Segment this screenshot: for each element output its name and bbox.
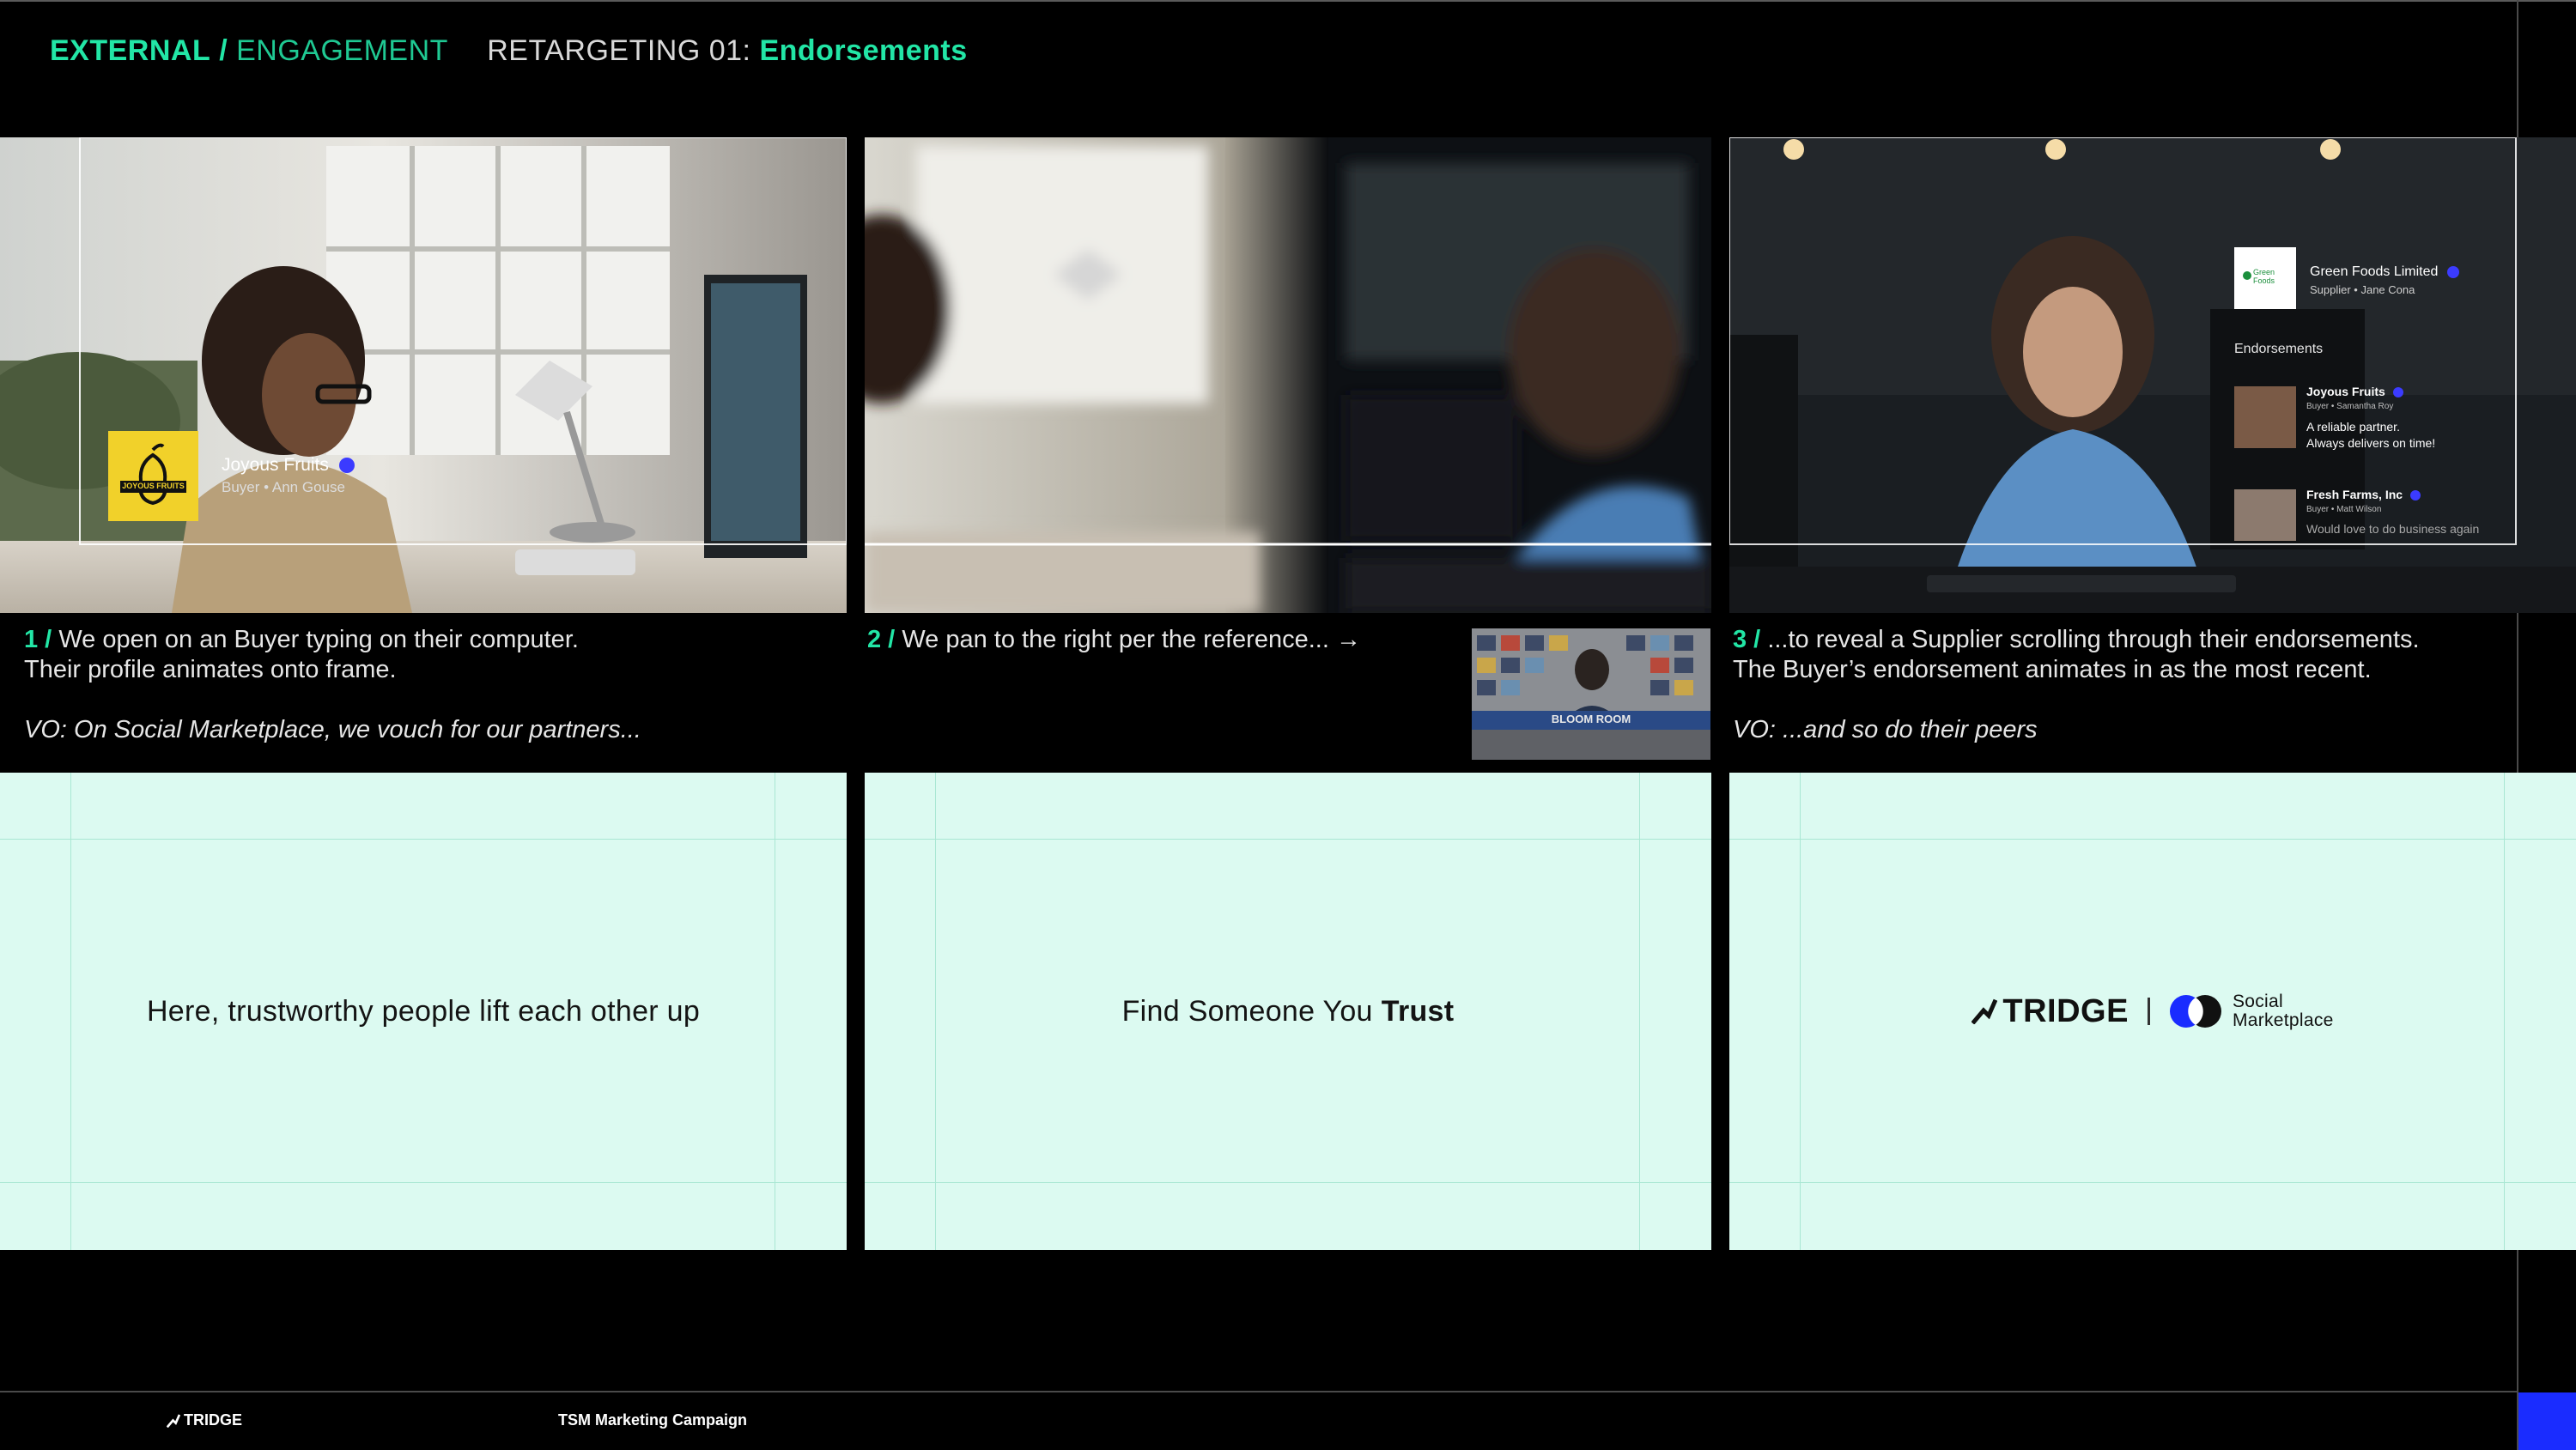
page-corner-marker xyxy=(2518,1392,2576,1450)
reference-thumbnail: BLOOM ROOM xyxy=(1472,628,1710,760)
endorsement-quote: A reliable partner. Always delivers on t… xyxy=(2306,420,2436,450)
social-marketplace-wordmark: Social Marketplace xyxy=(2232,992,2334,1030)
endorser-subtitle: Buyer • Samantha Roy xyxy=(2306,402,2394,411)
reference-sign-text: BLOOM ROOM xyxy=(1551,713,1631,725)
social-marketplace-icon xyxy=(2169,995,2221,1028)
avatar xyxy=(2234,386,2296,448)
endorsements-label: Endorsements xyxy=(2234,342,2324,356)
caption-2: 2 / We pan to the right per the referenc… xyxy=(867,626,1361,653)
section-separator: / xyxy=(219,34,228,67)
verified-badge-icon xyxy=(2409,490,2421,501)
voiceover-text: VO: On Social Marketplace, we vouch for … xyxy=(24,716,641,743)
storyboard-frame-1: JOYOUS FRUITS Joyous Fruits Buyer • Ann … xyxy=(0,137,847,613)
verified-badge-icon xyxy=(2446,265,2459,278)
leaf-icon xyxy=(2243,271,2251,280)
verified-badge-icon xyxy=(2392,387,2403,398)
footer-tridge-logo: TRIDGE xyxy=(167,1411,242,1429)
slide-title-prefix: RETARGETING 01: xyxy=(487,34,751,67)
end-card-3: TRIDGE Social Marketplace xyxy=(1729,773,2576,1250)
card-message: Find Someone You Trust xyxy=(1121,994,1455,1028)
endorsement-quote: Would love to do business again xyxy=(2306,522,2480,536)
top-border xyxy=(0,0,2576,2)
slide-header: EXTERNAL / ENGAGEMENT RETARGETING 01: En… xyxy=(50,34,968,68)
reference-image xyxy=(1472,628,1710,760)
supplier-name: Green Foods Limited xyxy=(2310,264,2459,280)
tridge-mark-icon xyxy=(167,1413,180,1428)
card-logo-lockup: TRIDGE Social Marketplace xyxy=(1729,773,2576,1250)
verified-badge-icon xyxy=(338,458,355,474)
end-card-2: Find Someone You Trust xyxy=(865,773,1711,1250)
logo-text: JOYOUS FRUITS xyxy=(122,482,185,490)
green-foods-logo: Green Foods xyxy=(2234,247,2296,309)
endorser-name: Joyous Fruits xyxy=(2306,385,2403,398)
social-marketplace-logo: Social Marketplace xyxy=(2169,992,2334,1030)
frame-3-illustration xyxy=(1729,137,2576,613)
section-label: EXTERNAL xyxy=(50,34,211,67)
avatar xyxy=(2234,489,2296,541)
storyboard-frame-3: Green Foods Green Foods Limited Supplier… xyxy=(1729,137,2576,613)
profile-subtitle: Buyer • Ann Gouse xyxy=(222,479,345,495)
joyous-fruits-logo: JOYOUS FRUITS xyxy=(108,431,198,521)
subsection-label: ENGAGEMENT xyxy=(236,34,448,67)
brand-lockup: TRIDGE Social Marketplace xyxy=(1971,992,2333,1030)
card-message: Here, trustworthy people lift each other… xyxy=(146,994,701,1028)
lockup-divider xyxy=(2147,998,2150,1025)
pear-icon xyxy=(120,443,186,506)
tridge-logo: TRIDGE xyxy=(1971,993,2129,1030)
slide-title-highlight: Endorsements xyxy=(759,34,968,67)
profile-name: Joyous Fruits xyxy=(222,455,355,476)
voiceover-text: VO: ...and so do their peers xyxy=(1733,716,2038,743)
frame-1-illustration xyxy=(0,137,847,613)
storyboard-frame-2 xyxy=(865,137,1711,613)
footer-divider xyxy=(0,1391,2517,1392)
end-card-1: Here, trustworthy people lift each other… xyxy=(0,773,847,1250)
endorser-subtitle: Buyer • Matt Wilson xyxy=(2306,505,2382,514)
caption-3: 3 / ...to reveal a Supplier scrolling th… xyxy=(1733,625,2506,745)
footer-campaign-title: TSM Marketing Campaign xyxy=(558,1411,748,1429)
endorser-name: Fresh Farms, Inc xyxy=(2306,488,2421,501)
supplier-subtitle: Supplier • Jane Cona xyxy=(2310,283,2415,296)
frame-2-illustration xyxy=(865,137,1711,613)
caption-1: 1 / We open on an Buyer typing on their … xyxy=(24,625,871,745)
tridge-mark-icon xyxy=(1971,998,1998,1024)
